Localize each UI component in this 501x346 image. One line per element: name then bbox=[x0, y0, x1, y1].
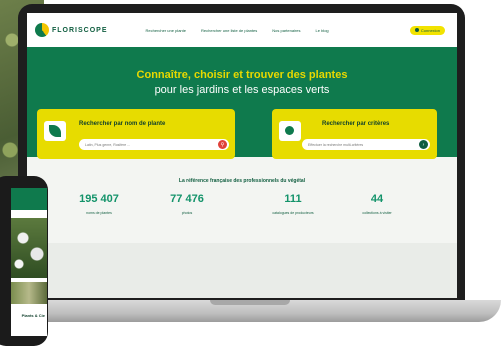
search-by-name-title: Rechercher par nom de plante bbox=[79, 121, 166, 127]
user-icon bbox=[414, 28, 419, 32]
phone-nursery-label: Plants & Cie bbox=[21, 313, 45, 318]
criteria-search-input[interactable]: Effectuer la recherche multi-critères › bbox=[302, 139, 430, 150]
stat-photos: 77 476 photos bbox=[147, 193, 227, 215]
stat-label: collections à visiter bbox=[362, 211, 392, 215]
stats-heading: La référence française des professionnel… bbox=[178, 178, 306, 184]
phone-header bbox=[11, 188, 47, 210]
connect-label: Connexion bbox=[420, 27, 440, 33]
laptop-notch bbox=[210, 300, 290, 305]
connect-button[interactable]: Connexion bbox=[409, 25, 445, 35]
main-nav: Rechercher une plante Rechercher une lis… bbox=[146, 28, 344, 33]
search-icon[interactable]: ⚲ bbox=[218, 140, 227, 149]
stat-value: 77 476 bbox=[170, 193, 204, 205]
site-header: FLORISCOPE Rechercher une plante Recherc… bbox=[27, 13, 457, 47]
stat-plant-names: 195 407 noms de plantes bbox=[59, 193, 139, 215]
search-by-criteria-card: Rechercher par critères Effectuer la rec… bbox=[272, 109, 437, 159]
plant-name-search-input[interactable]: Latin, Plus genre, Rosifere ... ⚲ bbox=[79, 139, 229, 150]
laptop-screen: FLORISCOPE Rechercher une plante Recherc… bbox=[27, 13, 457, 298]
nav-item-search-plant[interactable]: Rechercher une plante bbox=[146, 28, 186, 33]
logo[interactable]: FLORISCOPE bbox=[35, 23, 108, 37]
floriscope-logo-icon bbox=[35, 23, 49, 37]
hero-title: Connaître, choisir et trouver des plante… bbox=[136, 69, 348, 81]
search-by-name-card: Rechercher par nom de plante Latin, Plus… bbox=[37, 109, 235, 159]
search-by-criteria-title: Rechercher par critères bbox=[322, 121, 390, 127]
stat-collections: 44 collections à visiter bbox=[337, 193, 417, 215]
phone-plant-photo-2 bbox=[11, 282, 47, 304]
criteria-icon bbox=[279, 121, 301, 141]
plant-name-placeholder: Latin, Plus genre, Rosifere ... bbox=[85, 142, 131, 147]
stat-label: catalogues de producteurs bbox=[272, 211, 314, 215]
hero-subtitle: pour les jardins et les espaces verts bbox=[154, 84, 330, 96]
arrow-right-icon[interactable]: › bbox=[419, 140, 428, 149]
nav-item-search-list[interactable]: Rechercher une liste de plantes bbox=[201, 28, 257, 33]
stat-catalogues: 111 catalogues de producteurs bbox=[253, 193, 333, 215]
nav-item-partners[interactable]: Nos partenaires bbox=[272, 28, 300, 33]
stat-label: noms de plantes bbox=[86, 211, 112, 215]
stat-value: 111 bbox=[284, 193, 302, 205]
stat-value: 195 407 bbox=[79, 193, 119, 205]
stat-label: photos bbox=[181, 211, 193, 215]
phone-plant-photo bbox=[11, 218, 47, 278]
lower-section bbox=[27, 243, 457, 298]
phone-screen: Plants & Cie bbox=[11, 188, 47, 336]
criteria-placeholder: Effectuer la recherche multi-critères bbox=[308, 142, 364, 147]
nav-item-blog[interactable]: Le blog bbox=[316, 28, 329, 33]
brand-name: FLORISCOPE bbox=[52, 26, 108, 34]
plant-leaf-icon bbox=[44, 121, 66, 141]
stat-value: 44 bbox=[370, 193, 384, 205]
